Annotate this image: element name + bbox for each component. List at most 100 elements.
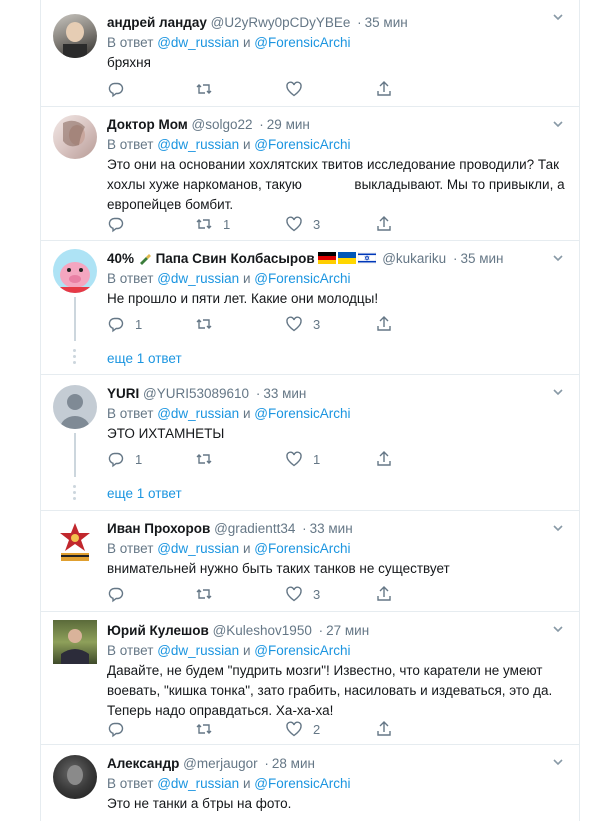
timestamp[interactable]: 35 мин xyxy=(460,251,503,266)
mention-link[interactable]: @ForensicArchi xyxy=(254,271,350,286)
author-handle[interactable]: @Kuleshov1950 xyxy=(213,623,312,638)
tweet-header: андрей ландау @U2yRwy0pCDyYBEe · 35 мин xyxy=(107,15,408,30)
like-button[interactable]: 3 xyxy=(285,585,320,603)
avatar[interactable] xyxy=(53,115,97,159)
reply-icon xyxy=(108,722,124,738)
author-handle[interactable]: @solgo22 xyxy=(192,117,253,132)
mention-link[interactable]: @ForensicArchi xyxy=(254,776,350,791)
tweet-text: Давайте, не будем "пудрить мозги"! Извес… xyxy=(107,663,553,718)
author-name[interactable]: Юрий Кулешов xyxy=(107,623,209,638)
avatar[interactable] xyxy=(53,519,97,563)
tweet[interactable]: YURI @YURI53089610 · 33 мин В ответ @dw_r… xyxy=(41,374,579,511)
author-name[interactable]: андрей ландау xyxy=(107,15,207,30)
reply-context: В ответ @dw_russian и @ForensicArchi xyxy=(107,406,351,421)
avatar[interactable] xyxy=(53,620,97,664)
tweet[interactable]: Иван Прохоров @gradientt34 · 33 мин В отв… xyxy=(41,510,579,612)
timestamp[interactable]: 33 мин xyxy=(263,386,306,401)
reply-button[interactable]: 1 xyxy=(107,450,142,468)
share-icon xyxy=(377,586,391,601)
like-button[interactable] xyxy=(285,80,313,98)
heart-icon xyxy=(286,316,302,332)
author-handle[interactable]: @kukariku xyxy=(382,251,446,266)
reply-button[interactable] xyxy=(107,720,135,738)
like-button[interactable]: 3 xyxy=(285,215,320,233)
mention-link[interactable]: @dw_russian xyxy=(157,406,239,421)
avatar[interactable] xyxy=(53,755,97,799)
reply-button[interactable] xyxy=(107,215,135,233)
retweet-icon xyxy=(196,319,212,329)
mention-link[interactable]: @ForensicArchi xyxy=(254,541,350,556)
timestamp[interactable]: 27 мин xyxy=(326,623,369,638)
author-name[interactable]: YURI xyxy=(107,386,139,401)
author-handle[interactable]: @gradientt34 xyxy=(214,521,295,536)
tweet[interactable]: Юрий Кулешов @Kuleshov1950 · 27 мин В отв… xyxy=(41,611,579,745)
reply-button[interactable] xyxy=(107,80,135,98)
author-name[interactable]: Иван Прохоров xyxy=(107,521,210,536)
author-handle[interactable]: @merjaugor xyxy=(183,756,257,771)
retweet-button[interactable] xyxy=(195,585,223,603)
author-handle[interactable]: @U2yRwy0pCDyYBEe xyxy=(211,15,351,30)
reply-icon xyxy=(108,317,124,333)
timestamp[interactable]: 28 мин xyxy=(272,756,315,771)
timestamp[interactable]: 33 мин xyxy=(310,521,353,536)
reply-context: В ответ @dw_russian и @ForensicArchi xyxy=(107,137,351,152)
avatar[interactable] xyxy=(53,385,97,429)
share-button[interactable] xyxy=(375,585,393,603)
retweet-icon xyxy=(196,454,212,464)
germany-flag-icon xyxy=(318,251,337,264)
mention-link[interactable]: @ForensicArchi xyxy=(254,137,350,152)
reply-icon xyxy=(108,82,124,98)
timestamp[interactable]: 29 мин xyxy=(267,117,310,132)
retweet-icon xyxy=(196,219,212,229)
like-button[interactable]: 2 xyxy=(285,720,320,738)
share-button[interactable] xyxy=(375,215,393,233)
tweet[interactable]: Доктор Мом @solgo22 · 29 мин В ответ @dw_… xyxy=(41,106,579,241)
mention-link[interactable]: @dw_russian xyxy=(157,776,239,791)
tweet[interactable]: андрей ландау @U2yRwy0pCDyYBEe · 35 мин В… xyxy=(41,0,579,106)
mention-link[interactable]: @dw_russian xyxy=(157,35,239,50)
reply-button[interactable]: 1 xyxy=(107,315,142,333)
retweet-button[interactable]: 1 xyxy=(195,215,230,233)
tweet-header: Юрий Кулешов @Kuleshov1950 · 27 мин xyxy=(107,623,370,638)
author-name[interactable]: Доктор Мом xyxy=(107,117,188,132)
tweet-header: 40% Папа Свин Колбасыров @kukariku · 35 м… xyxy=(107,251,504,266)
author-name[interactable]: 40% Папа Свин Колбасыров xyxy=(107,251,315,266)
mention-link[interactable]: @ForensicArchi xyxy=(254,406,350,421)
tweet[interactable]: Александр @merjaugor · 28 мин В ответ @dw… xyxy=(41,744,579,821)
show-more-replies-link[interactable]: еще 1 ответ xyxy=(107,351,182,366)
author-name[interactable]: Александр xyxy=(107,756,179,771)
share-button[interactable] xyxy=(375,315,393,333)
share-button[interactable] xyxy=(375,450,393,468)
retweet-button[interactable] xyxy=(195,450,223,468)
mention-link[interactable]: @dw_russian xyxy=(157,137,239,152)
like-button[interactable]: 1 xyxy=(285,450,320,468)
heart-icon xyxy=(286,81,302,97)
avatar[interactable] xyxy=(53,14,97,58)
share-icon xyxy=(377,721,391,736)
reply-context: В ответ @dw_russian и @ForensicArchi xyxy=(107,271,351,286)
mention-link[interactable]: @ForensicArchi xyxy=(254,35,350,50)
mention-link[interactable]: @dw_russian xyxy=(157,271,239,286)
retweet-button[interactable] xyxy=(195,315,223,333)
author-handle[interactable]: @YURI53089610 xyxy=(143,386,249,401)
heart-icon xyxy=(286,586,302,602)
show-more-replies-link[interactable]: еще 1 ответ xyxy=(107,486,182,501)
mention-link[interactable]: @dw_russian xyxy=(157,541,239,556)
avatar[interactable] xyxy=(53,249,97,293)
share-button[interactable] xyxy=(375,720,393,738)
retweet-button[interactable] xyxy=(195,80,223,98)
reply-icon xyxy=(108,587,124,603)
reply-button[interactable] xyxy=(107,585,135,603)
israel-flag-icon xyxy=(358,251,377,265)
mention-link[interactable]: @dw_russian xyxy=(157,643,239,658)
tweet[interactable]: 40% Папа Свин Колбасыров @kukariku · 35 м… xyxy=(41,240,579,375)
timestamp[interactable]: 35 мин xyxy=(365,15,408,30)
retweet-button[interactable] xyxy=(195,720,223,738)
like-button[interactable]: 3 xyxy=(285,315,320,333)
reply-context: В ответ @dw_russian и @ForensicArchi xyxy=(107,776,351,791)
share-button[interactable] xyxy=(375,80,393,98)
mention-link[interactable]: @ForensicArchi xyxy=(254,643,350,658)
share-icon xyxy=(377,451,391,466)
tweet-text: бряхня xyxy=(107,55,151,70)
tweet-header: Доктор Мом @solgo22 · 29 мин xyxy=(107,117,310,132)
